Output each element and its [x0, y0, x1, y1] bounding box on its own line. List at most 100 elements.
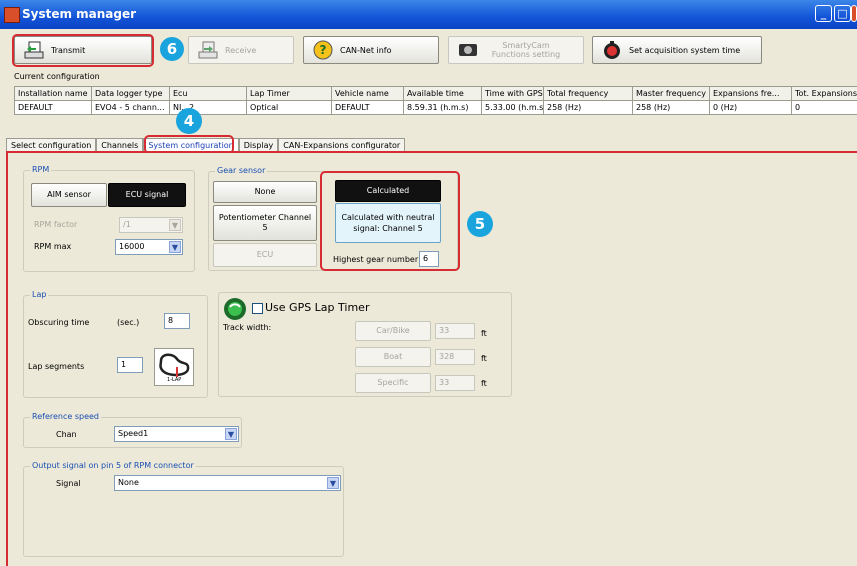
step-badge-transmit: 6	[160, 37, 184, 61]
column-header[interactable]: Master frequency	[632, 86, 710, 101]
car-bike-button[interactable]: Car/Bike	[355, 321, 431, 341]
title-bar: System manager _ □	[0, 0, 857, 29]
table-header-row: Installation name Data logger type Ecu L…	[14, 86, 857, 101]
use-gps-label: Use GPS Lap Timer	[265, 301, 370, 314]
panel-highlight-left	[6, 151, 8, 566]
receive-label: Receive	[225, 45, 257, 55]
reference-speed-group: Reference speed Chan Speed1 ▼	[23, 412, 242, 448]
use-gps-checkbox[interactable]	[252, 303, 263, 314]
specific-width-input[interactable]: 33	[435, 375, 475, 391]
lap-track-icon: 1-LAP	[154, 348, 194, 386]
output-signal-select[interactable]: None ▼	[114, 475, 341, 491]
gps-indicator-icon	[224, 298, 246, 320]
column-header[interactable]: Installation name	[14, 86, 92, 101]
table-cell: DEFAULT	[14, 100, 92, 115]
table-cell: 258 (Hz)	[543, 100, 633, 115]
set-acquisition-time-button[interactable]: Set acquisition system time	[592, 36, 762, 64]
table-cell: 258 (Hz)	[632, 100, 710, 115]
configuration-table: Installation name Data logger type Ecu L…	[14, 86, 857, 131]
app-icon	[4, 7, 20, 23]
step-badge-tab: 4	[176, 108, 202, 134]
table-cell: EVO4 - 5 chann...	[91, 100, 170, 115]
column-header[interactable]: Tot. Expansions	[791, 86, 857, 101]
chevron-down-icon: ▼	[327, 477, 339, 489]
column-header[interactable]: Lap Timer	[246, 86, 332, 101]
track-shape-icon	[159, 353, 190, 377]
can-net-info-button[interactable]: ? CAN-Net info	[303, 36, 439, 64]
receive-icon	[198, 41, 218, 59]
boat-width-input[interactable]: 328	[435, 349, 475, 365]
boat-unit: ft	[481, 354, 487, 363]
car-bike-width-input[interactable]: 33	[435, 323, 475, 339]
table-cell: 0	[791, 100, 857, 115]
boat-button[interactable]: Boat	[355, 347, 431, 367]
close-button[interactable]	[851, 5, 857, 22]
table-cell: Optical	[246, 100, 332, 115]
column-header[interactable]: Available time	[403, 86, 482, 101]
smartycam-label: SmartyCam Functions setting	[491, 41, 561, 59]
table-empty-row	[14, 114, 857, 131]
specific-unit: ft	[481, 379, 487, 388]
rpm-group: RPM AIM sensor ECU signal RPM factor /1 ▼…	[23, 165, 195, 272]
lap-icon-caption: 1-LAP	[167, 377, 182, 383]
svg-text:?: ?	[320, 43, 327, 57]
lap-segments-label: Lap segments	[28, 362, 85, 371]
table-cell: 0 (Hz)	[709, 100, 792, 115]
reference-speed-title: Reference speed	[30, 412, 101, 421]
panel-highlight-top	[6, 151, 857, 153]
table-row[interactable]: DEFAULT EVO4 - 5 chann... NI...2 Optical…	[14, 100, 857, 115]
gear-potentiometer-button[interactable]: Potentiometer Channel 5	[213, 205, 317, 241]
rpm-max-value: 16000	[119, 242, 145, 251]
gear-none-button[interactable]: None	[213, 181, 317, 203]
step-badge-gear: 5	[467, 211, 493, 237]
gear-sensor-title: Gear sensor	[215, 166, 268, 175]
lap-segments-input[interactable]: 1	[117, 357, 143, 373]
gear-highlight	[320, 171, 460, 271]
output-signal-value: None	[118, 478, 139, 487]
reference-speed-select[interactable]: Speed1 ▼	[114, 426, 239, 442]
specific-button[interactable]: Specific	[355, 373, 431, 393]
maximize-button[interactable]: □	[834, 5, 851, 22]
obscuring-time-label: Obscuring time	[28, 318, 90, 327]
help-icon: ?	[313, 40, 333, 60]
rpm-factor-value: /1	[123, 220, 131, 229]
lap-group: Lap Obscuring time (sec.) 8 Lap segments…	[23, 290, 208, 398]
gps-lap-group: Use GPS Lap Timer Track width: Car/Bike …	[218, 292, 512, 397]
table-cell: DEFAULT	[331, 100, 404, 115]
smartycam-button[interactable]: SmartyCam Functions setting	[448, 36, 584, 64]
stopwatch-icon	[604, 41, 620, 59]
rpm-max-select[interactable]: 16000 ▼	[115, 239, 183, 255]
chevron-down-icon: ▼	[169, 241, 181, 253]
table-cell: 5.33.00 (h.m.s)	[481, 100, 544, 115]
column-header[interactable]: Data logger type	[91, 86, 170, 101]
camera-icon	[459, 44, 477, 56]
signal-label: Signal	[56, 479, 81, 488]
chevron-down-icon: ▼	[225, 428, 237, 440]
column-header[interactable]: Ecu	[169, 86, 247, 101]
aim-sensor-button[interactable]: AIM sensor	[31, 183, 107, 207]
column-header[interactable]: Total frequency	[543, 86, 633, 101]
rpm-group-title: RPM	[30, 165, 52, 174]
column-header[interactable]: Vehicle name	[331, 86, 404, 101]
car-bike-unit: ft	[481, 329, 487, 338]
gear-ecu-button[interactable]: ECU	[213, 243, 317, 267]
obscuring-time-unit: (sec.)	[117, 318, 140, 327]
ecu-signal-button[interactable]: ECU signal	[108, 183, 186, 207]
column-header[interactable]: Expansions fre...	[709, 86, 792, 101]
chevron-down-icon: ▼	[169, 219, 181, 231]
receive-button[interactable]: Receive	[188, 36, 294, 64]
window-title: System manager	[22, 7, 137, 21]
output-signal-group: Output signal on pin 5 of RPM connector …	[23, 461, 344, 557]
current-configuration-label: Current configuration	[14, 72, 100, 81]
column-header[interactable]: Time with GPS	[481, 86, 544, 101]
minimize-button[interactable]: _	[815, 5, 832, 22]
lap-group-title: Lap	[30, 290, 49, 299]
chan-label: Chan	[56, 430, 77, 439]
output-signal-title: Output signal on pin 5 of RPM connector	[30, 461, 196, 470]
can-net-info-label: CAN-Net info	[340, 45, 392, 55]
reference-speed-value: Speed1	[118, 429, 149, 438]
track-width-label: Track width:	[223, 323, 272, 332]
obscuring-time-input[interactable]: 8	[164, 313, 190, 329]
rpm-factor-select[interactable]: /1 ▼	[119, 217, 183, 233]
rpm-max-label: RPM max	[34, 242, 72, 251]
